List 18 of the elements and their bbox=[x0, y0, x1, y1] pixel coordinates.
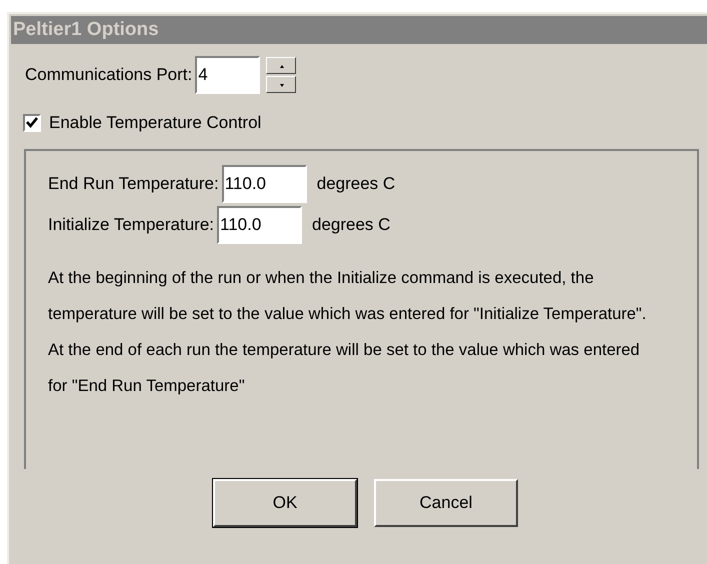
description-text: At the beginning of the run or when the Initialize command is executed, the temperature will be set to the value which was entered for "Initialize Temperature". bbox=[48, 268, 648, 324]
window-title: Peltier1 Options bbox=[11, 16, 707, 44]
ok-button[interactable]: OK bbox=[213, 478, 357, 526]
cancel-button[interactable]: Cancel bbox=[374, 478, 518, 526]
port-label: Communications Port: bbox=[25, 64, 192, 86]
description-text: At the end of each run the temperature will be set to the value which was entered for "End Run Temperature" bbox=[48, 340, 641, 396]
unit-label: degrees C bbox=[316, 172, 396, 195]
checkbox[interactable] bbox=[23, 114, 41, 132]
field-label: End Run Temperature: bbox=[48, 172, 219, 195]
field-label: Initialize Temperature: bbox=[48, 214, 214, 236]
port-input[interactable]: 4 bbox=[195, 56, 260, 94]
checkbox-label: Enable Temperature Control bbox=[49, 112, 262, 134]
spin-up-icon[interactable] bbox=[266, 57, 296, 74]
unit-label: degrees C bbox=[312, 214, 390, 236]
temperature-input[interactable]: 110.0 bbox=[222, 164, 307, 202]
spin-buttons[interactable] bbox=[266, 57, 296, 93]
temperature-input[interactable]: 110.0 bbox=[217, 206, 302, 244]
spin-down-icon[interactable] bbox=[266, 76, 296, 93]
